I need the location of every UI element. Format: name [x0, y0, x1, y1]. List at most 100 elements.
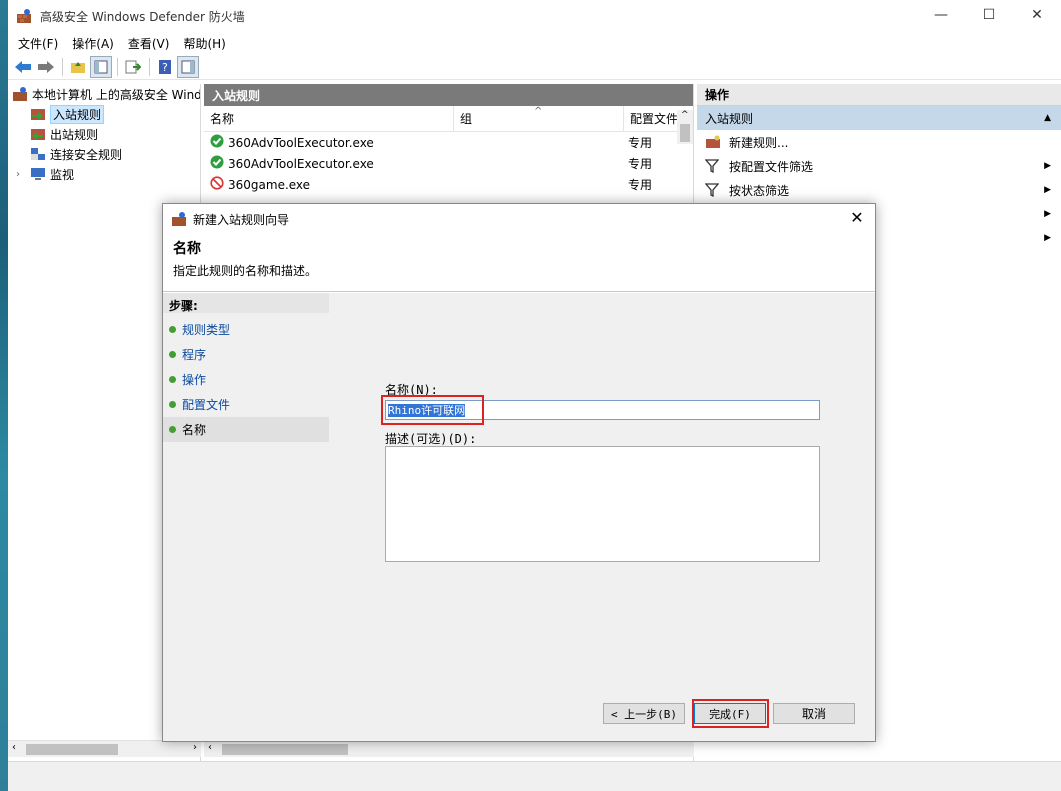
- column-name[interactable]: 名称: [204, 106, 454, 131]
- dialog-content: 名称(N): Rhino许可联网 描述(可选)(D): < 上一步(B) 完成(…: [331, 293, 875, 741]
- step-label: 操作: [182, 373, 207, 387]
- status-bar: [8, 761, 1061, 791]
- maximize-button[interactable]: ☐: [965, 0, 1013, 30]
- help-icon[interactable]: ?: [154, 56, 176, 78]
- dialog-body: 步骤: 规则类型 程序 操作 配置文件 名称 名称(N): Rhino许可联网 …: [163, 293, 875, 741]
- table-row[interactable]: 360game.exe 专用: [204, 174, 693, 195]
- step-label: 名称: [182, 423, 207, 437]
- rule-name: 360game.exe: [228, 177, 311, 192]
- step-action[interactable]: 操作: [163, 367, 329, 392]
- description-field[interactable]: [385, 446, 820, 562]
- step-dot-icon: [169, 326, 176, 333]
- up-folder-icon[interactable]: [67, 56, 89, 78]
- firewall-app-icon: [16, 8, 32, 24]
- expand-chevron-icon[interactable]: ›: [16, 169, 30, 180]
- sort-up-icon: ^: [534, 106, 543, 117]
- actions-header: 操作: [697, 84, 1061, 106]
- step-dot-icon: [169, 376, 176, 383]
- new-rule-icon: [705, 135, 721, 149]
- rules-vertical-scrollbar[interactable]: ^: [677, 110, 693, 144]
- minimize-button[interactable]: —: [917, 0, 965, 30]
- rules-pane-header: 入站规则: [204, 84, 693, 106]
- scroll-thumb[interactable]: [26, 744, 118, 755]
- back-arrow-icon[interactable]: [12, 56, 34, 78]
- tree-item-label: 入站规则: [50, 104, 105, 124]
- highlight-box: [692, 699, 769, 728]
- show-tree-icon[interactable]: [90, 55, 112, 78]
- menu-file[interactable]: 文件(F): [12, 35, 64, 52]
- toolbar-separator: [117, 57, 118, 76]
- actions-section-inbound[interactable]: 入站规则 ▲: [697, 106, 1061, 130]
- dialog-title: 新建入站规则向导: [193, 212, 290, 227]
- step-rule-type[interactable]: 规则类型: [163, 317, 329, 342]
- menu-action[interactable]: 操作(A): [66, 35, 120, 52]
- menu-bar: 文件(F) 操作(A) 查看(V) 帮助(H): [8, 32, 1061, 54]
- dialog-title-bar: 新建入站规则向导 ✕: [163, 204, 875, 234]
- cancel-button[interactable]: 取消: [773, 703, 855, 724]
- step-program[interactable]: 程序: [163, 342, 329, 367]
- step-dot-icon: [169, 426, 176, 433]
- tree-item-outbound[interactable]: 出站规则: [8, 124, 200, 144]
- toolbar-separator: [62, 57, 63, 76]
- menu-help[interactable]: 帮助(H): [177, 35, 231, 52]
- allow-check-icon: [210, 155, 224, 172]
- dialog-header: 名称 指定此规则的名称和描述。: [163, 234, 875, 292]
- scroll-right-icon[interactable]: ›: [193, 742, 197, 753]
- allow-check-icon: [210, 134, 224, 151]
- outbound-rules-icon: [30, 127, 46, 141]
- filter-icon: [704, 159, 721, 174]
- steps-title: 步骤:: [163, 293, 329, 313]
- table-row[interactable]: 360AdvToolExecutor.exe 专用: [204, 153, 693, 174]
- title-bar: 高级安全 Windows Defender 防火墙 — ☐ ✕: [8, 0, 1061, 32]
- step-label: 规则类型: [182, 323, 231, 337]
- action-filter-by-profile[interactable]: 按配置文件筛选 ▶: [697, 154, 1061, 178]
- column-headers: 名称 组 配置文件 ^: [204, 106, 693, 132]
- back-button[interactable]: < 上一步(B): [603, 703, 685, 724]
- scroll-left-icon[interactable]: ‹: [208, 742, 212, 753]
- show-action-pane-icon[interactable]: [177, 55, 199, 78]
- submenu-arrow-icon: ▶: [1044, 209, 1051, 219]
- toolbar: ?: [8, 54, 1061, 80]
- inbound-rules-icon: [30, 107, 46, 121]
- filter-icon: [704, 183, 721, 198]
- window-title: 高级安全 Windows Defender 防火墙: [40, 9, 245, 24]
- step-dot-icon: [169, 351, 176, 358]
- table-row[interactable]: 360AdvToolExecutor.exe 专用: [204, 132, 693, 153]
- step-profile[interactable]: 配置文件: [163, 392, 329, 417]
- forward-arrow-icon[interactable]: [35, 56, 57, 78]
- rule-profile: 专用: [628, 157, 653, 171]
- step-label: 程序: [182, 348, 207, 362]
- scroll-up-icon[interactable]: ^: [681, 110, 689, 120]
- actions-section-label: 入站规则: [705, 111, 754, 126]
- rule-profile: 专用: [628, 136, 653, 150]
- action-label: 按配置文件筛选: [729, 159, 814, 174]
- rule-profile: 专用: [628, 178, 653, 192]
- close-button[interactable]: ✕: [1013, 0, 1061, 30]
- action-new-rule[interactable]: 新建规则...: [697, 130, 1061, 154]
- tree-horizontal-scrollbar[interactable]: ‹ ›: [8, 740, 201, 757]
- tree-root-label: 本地计算机 上的高级安全 Windows: [32, 87, 200, 102]
- tree-root[interactable]: 本地计算机 上的高级安全 Windows: [8, 84, 200, 104]
- collapse-up-icon[interactable]: ▲: [1044, 113, 1051, 123]
- block-icon: [210, 176, 224, 193]
- new-inbound-rule-wizard: 新建入站规则向导 ✕ 名称 指定此规则的名称和描述。 步骤: 规则类型 程序 操…: [162, 203, 876, 742]
- connection-security-icon: [30, 147, 46, 161]
- action-label: 新建规则...: [729, 135, 789, 150]
- column-profile[interactable]: 配置文件: [624, 106, 678, 131]
- close-icon[interactable]: ✕: [847, 208, 867, 228]
- step-dot-icon: [169, 401, 176, 408]
- rules-horizontal-scrollbar[interactable]: ‹: [204, 740, 694, 757]
- scroll-thumb[interactable]: [222, 744, 348, 755]
- scroll-left-icon[interactable]: ‹: [12, 742, 16, 753]
- tree-item-connection-security[interactable]: 连接安全规则: [8, 144, 200, 164]
- tree-item-label: 监视: [50, 167, 75, 182]
- tree-item-monitoring[interactable]: › 监视: [8, 164, 200, 184]
- action-label: 按状态筛选: [729, 183, 790, 198]
- tree-item-label: 出站规则: [50, 127, 99, 142]
- scroll-thumb[interactable]: [680, 124, 690, 142]
- menu-view[interactable]: 查看(V): [122, 35, 176, 52]
- firewall-icon: [12, 87, 28, 101]
- action-filter-by-state[interactable]: 按状态筛选 ▶: [697, 178, 1061, 202]
- export-icon[interactable]: [122, 56, 144, 78]
- tree-item-inbound[interactable]: 入站规则: [8, 104, 200, 124]
